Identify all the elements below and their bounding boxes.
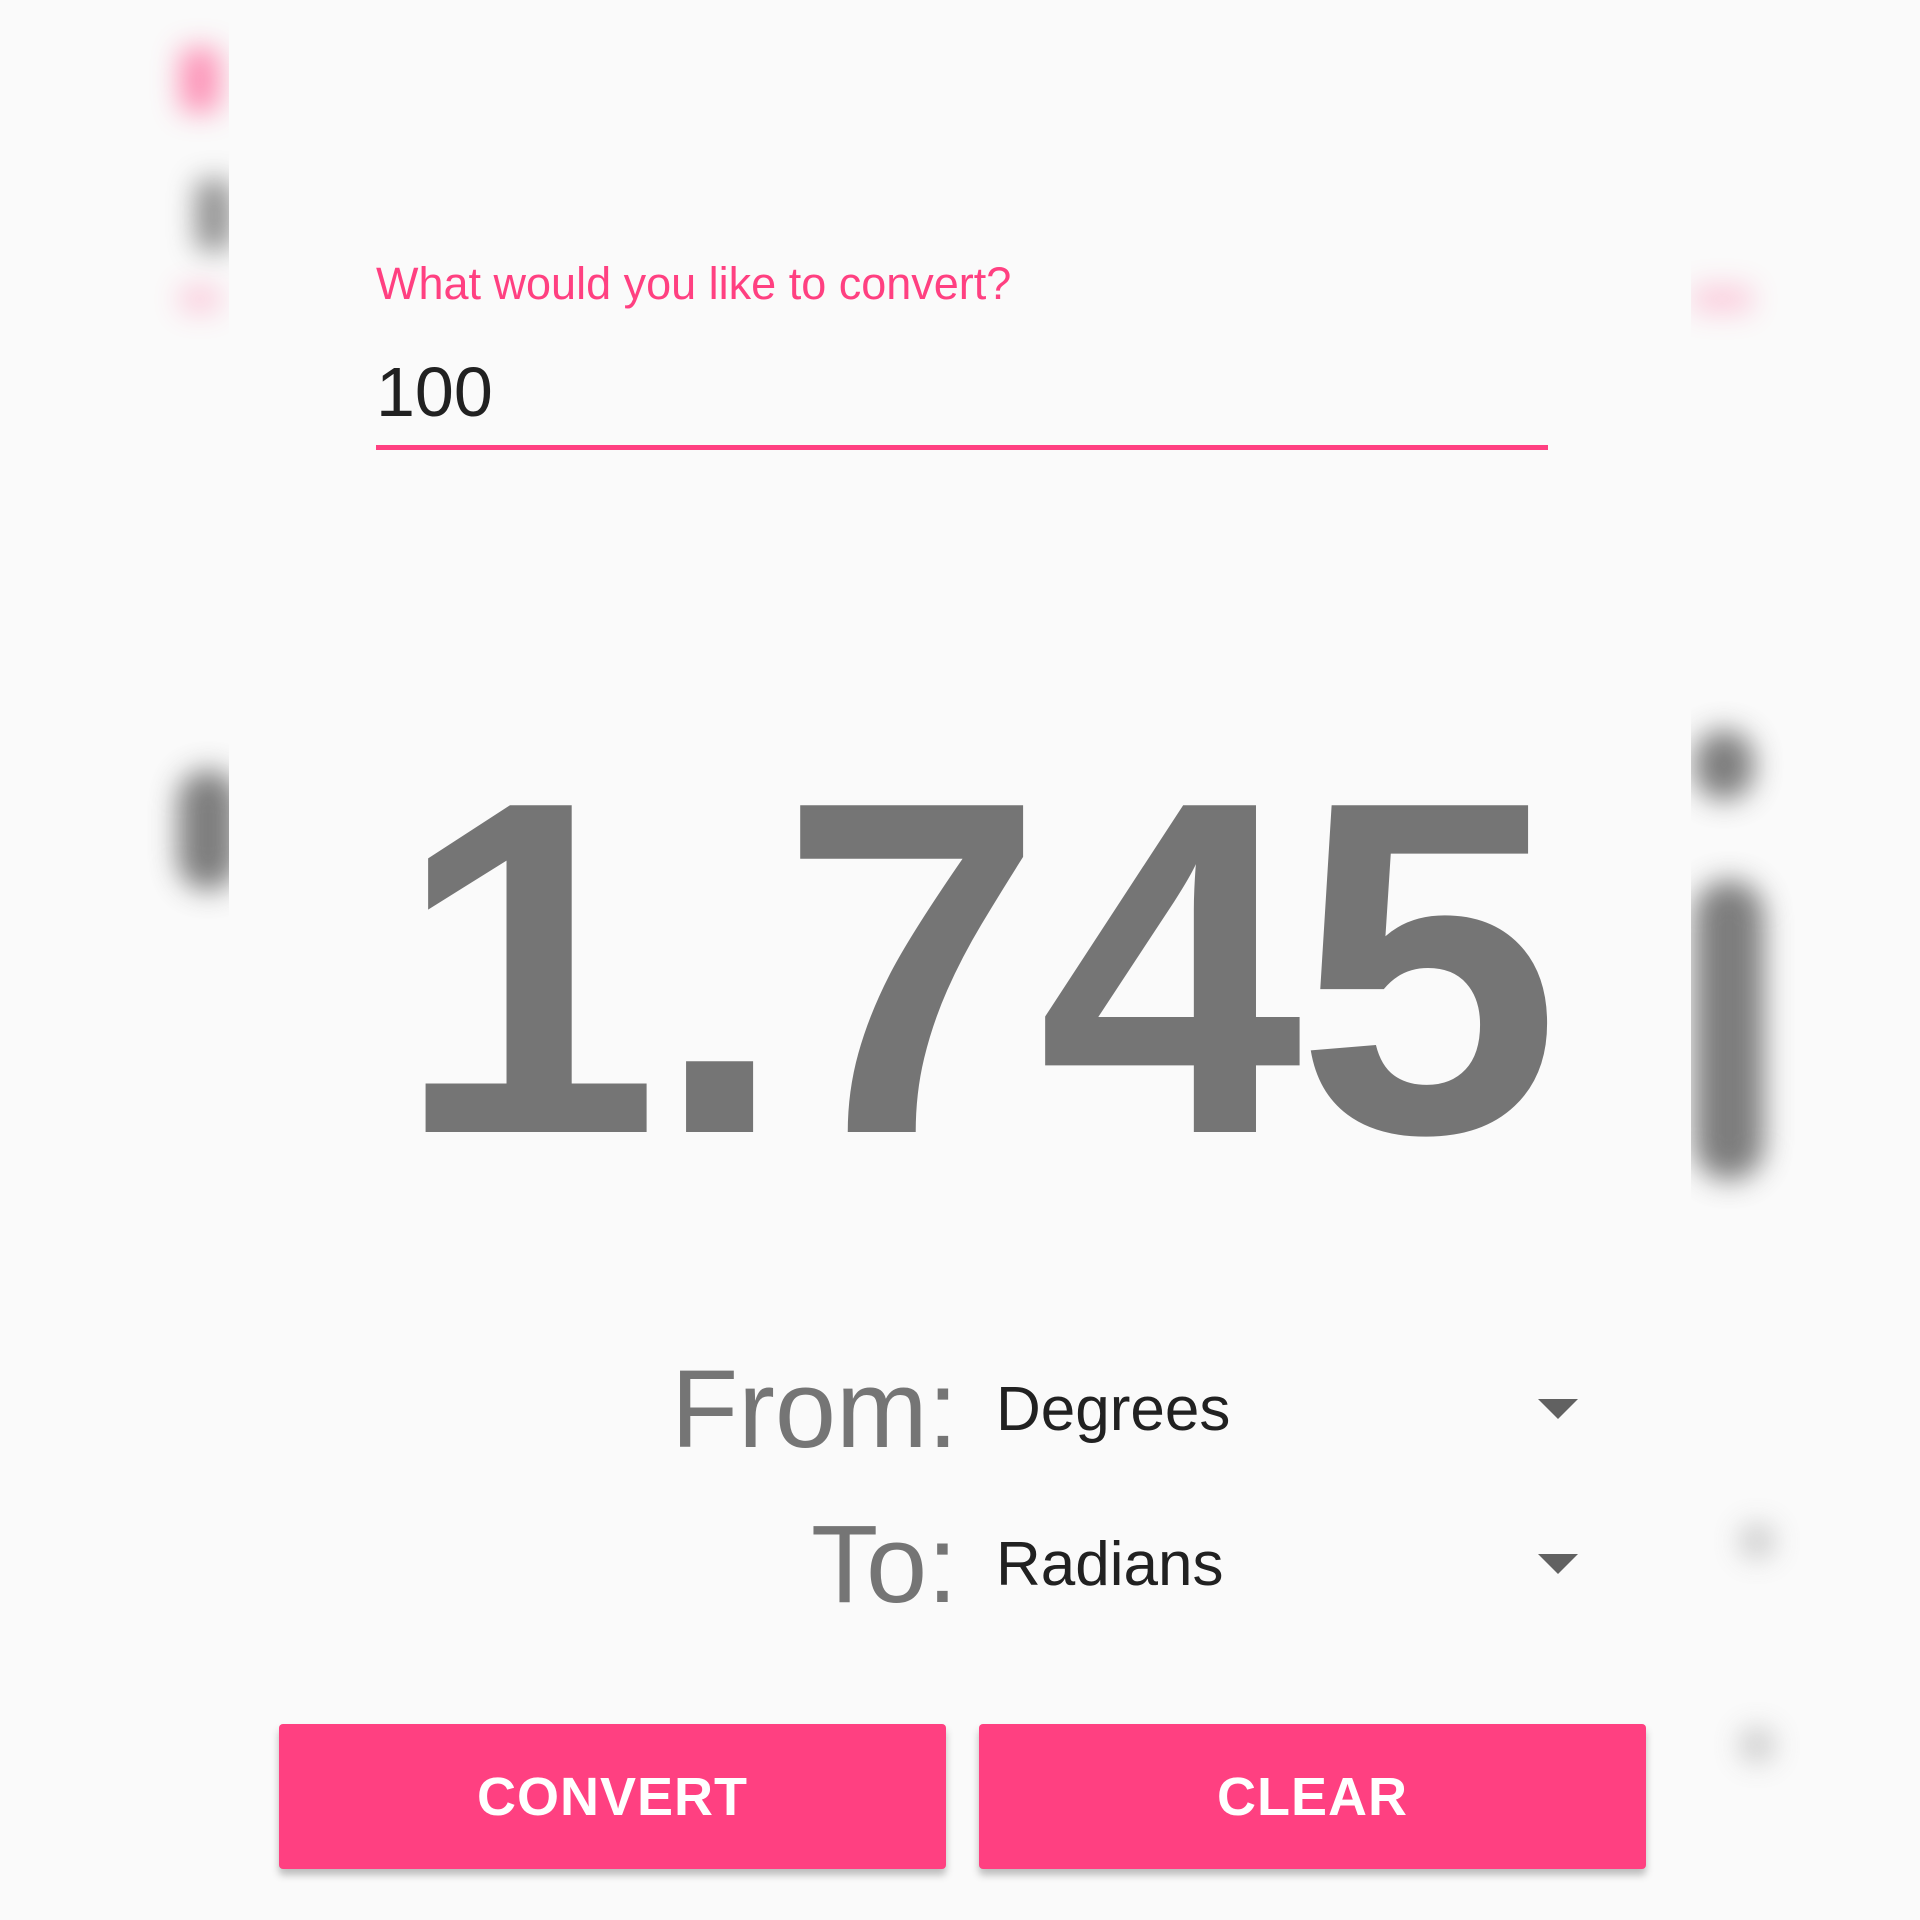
background-blur-shape: [1740, 1728, 1774, 1762]
background-blur-shape: [1740, 1524, 1774, 1558]
background-blur-accent: [180, 48, 220, 112]
input-floating-label: What would you like to convert?: [376, 258, 1012, 309]
from-unit-select[interactable]: Degrees: [996, 1345, 1616, 1475]
to-unit-row: To: Radians: [229, 1500, 1691, 1630]
amount-input[interactable]: [376, 350, 1548, 450]
chevron-down-icon: [1538, 1399, 1578, 1419]
to-unit-value: Radians: [996, 1530, 1224, 1599]
from-label: From:: [671, 1348, 959, 1471]
converter-screen: What would you like to convert? 1.745 Fr…: [229, 0, 1691, 1920]
convert-button[interactable]: CONVERT: [279, 1724, 946, 1869]
to-unit-select[interactable]: Radians: [996, 1500, 1616, 1630]
conversion-result: 1.745: [395, 702, 1561, 1233]
background-blur-accent: [180, 286, 220, 312]
clear-button[interactable]: CLEAR: [979, 1724, 1646, 1869]
chevron-down-icon: [1538, 1554, 1578, 1574]
from-unit-value: Degrees: [996, 1375, 1231, 1444]
to-label: To:: [811, 1503, 958, 1626]
background-blur-shape: [1694, 730, 1754, 800]
from-unit-row: From: Degrees: [229, 1345, 1691, 1475]
background-blur-shape: [1694, 880, 1764, 1180]
background-blur-accent: [1692, 286, 1752, 312]
background-blur-shape: [196, 180, 232, 250]
